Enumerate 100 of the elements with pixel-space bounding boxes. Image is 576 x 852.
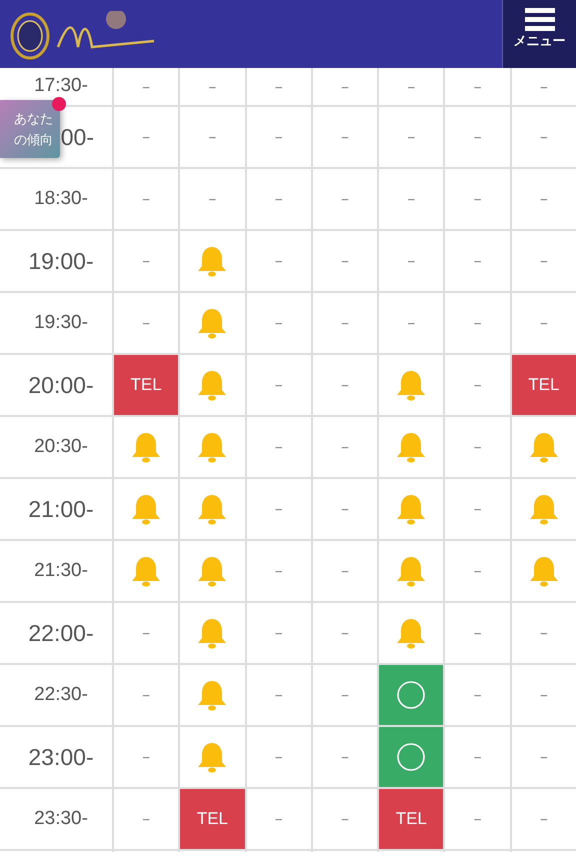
unavailable-mark: – — [540, 684, 548, 706]
unavailable-mark: – — [340, 250, 349, 272]
bell-icon — [528, 493, 559, 525]
time-label: 18:30- — [34, 186, 88, 211]
unavailable-mark: – — [474, 684, 482, 706]
unavailable-mark: – — [274, 374, 283, 396]
tel-button[interactable]: TEL — [114, 355, 178, 415]
bell-icon — [197, 617, 228, 649]
unavailable-mark: – — [274, 560, 283, 582]
unavailable-mark: – — [142, 622, 150, 644]
bell-icon — [528, 431, 559, 463]
menu-button[interactable]: メニュー — [502, 0, 576, 68]
menu-icon — [524, 8, 554, 32]
unavailable-mark: – — [340, 808, 349, 830]
bell-icon — [396, 431, 426, 463]
tendency-button[interactable]: あなたの傾向 — [0, 100, 60, 158]
unavailable-mark: – — [340, 622, 349, 644]
unavailable-mark: – — [407, 188, 416, 210]
unavailable-mark: – — [340, 436, 349, 458]
bell-icon — [197, 679, 228, 711]
time-label: 19:30- — [34, 310, 88, 335]
unavailable-mark: – — [340, 126, 349, 148]
unavailable-mark: – — [540, 250, 548, 272]
circle-icon — [396, 680, 426, 710]
unavailable-mark: – — [274, 684, 283, 706]
unavailable-mark: – — [274, 622, 283, 644]
bell-icon — [197, 307, 228, 339]
unavailable-mark: – — [474, 126, 482, 148]
unavailable-mark: – — [540, 746, 548, 768]
unavailable-mark: – — [142, 188, 150, 210]
unavailable-mark: – — [208, 126, 216, 148]
unavailable-mark: – — [340, 746, 349, 768]
unavailable-mark: – — [474, 188, 482, 210]
unavailable-mark: – — [540, 76, 548, 98]
unavailable-mark: – — [274, 250, 283, 272]
bell-icon — [197, 431, 228, 463]
unavailable-mark: – — [340, 684, 349, 706]
unavailable-mark: – — [474, 374, 482, 396]
unavailable-mark: – — [340, 76, 349, 98]
unavailable-mark: – — [474, 808, 482, 830]
time-label: 23:00- — [28, 742, 94, 772]
bell-icon — [131, 555, 162, 587]
unavailable-mark: – — [540, 126, 548, 148]
bell-icon — [197, 555, 228, 587]
time-label: 00- — [60, 122, 94, 152]
available-slot[interactable] — [379, 665, 444, 725]
circle-icon — [396, 742, 426, 772]
unavailable-mark: – — [208, 188, 216, 210]
tel-button[interactable]: TEL — [512, 355, 576, 415]
unavailable-mark: – — [474, 560, 482, 582]
unavailable-mark: – — [274, 808, 283, 830]
bell-icon — [197, 369, 228, 401]
unavailable-mark: – — [340, 374, 349, 396]
bell-icon — [396, 493, 426, 525]
unavailable-mark: – — [274, 436, 283, 458]
time-label: 17:30- — [34, 74, 88, 98]
unavailable-mark: – — [142, 312, 150, 334]
unavailable-mark: – — [142, 746, 150, 768]
unavailable-mark: – — [540, 622, 548, 644]
bell-icon — [197, 493, 228, 525]
unavailable-mark: – — [407, 76, 416, 98]
time-label: 20:00- — [28, 370, 94, 400]
unavailable-mark: – — [474, 312, 482, 334]
available-slot[interactable] — [379, 727, 444, 787]
tel-button[interactable]: TEL — [379, 789, 444, 849]
time-label: 20:30- — [34, 434, 88, 459]
unavailable-mark: – — [340, 560, 349, 582]
unavailable-mark: – — [142, 126, 150, 148]
unavailable-mark: – — [340, 498, 349, 520]
time-label: 19:00- — [28, 246, 94, 276]
unavailable-mark: – — [474, 498, 482, 520]
unavailable-mark: – — [340, 312, 349, 334]
bell-icon — [528, 555, 559, 587]
time-label: 21:00- — [28, 494, 94, 524]
time-label: 22:00- — [28, 618, 94, 648]
tel-button[interactable]: TEL — [180, 789, 245, 849]
unavailable-mark: – — [274, 312, 283, 334]
unavailable-mark: – — [274, 498, 283, 520]
unavailable-mark: – — [142, 684, 150, 706]
unavailable-mark: – — [407, 312, 416, 334]
bell-icon — [131, 431, 162, 463]
unavailable-mark: – — [407, 126, 416, 148]
unavailable-mark: – — [274, 126, 283, 148]
bell-icon — [197, 741, 228, 773]
unavailable-mark: – — [474, 436, 482, 458]
unavailable-mark: – — [474, 746, 482, 768]
unavailable-mark: – — [474, 622, 482, 644]
unavailable-mark: – — [274, 746, 283, 768]
time-label: 22:30- — [34, 682, 88, 707]
bell-icon — [396, 369, 426, 401]
bell-icon — [396, 617, 426, 649]
unavailable-mark: – — [540, 312, 548, 334]
time-label: 23:30- — [34, 806, 88, 831]
unavailable-mark: – — [274, 76, 283, 98]
unavailable-mark: – — [540, 808, 548, 830]
unavailable-mark: – — [340, 188, 349, 210]
time-label: 21:30- — [34, 558, 88, 583]
unavailable-mark: – — [208, 76, 216, 98]
unavailable-mark: – — [474, 250, 482, 272]
bell-icon — [396, 555, 426, 587]
